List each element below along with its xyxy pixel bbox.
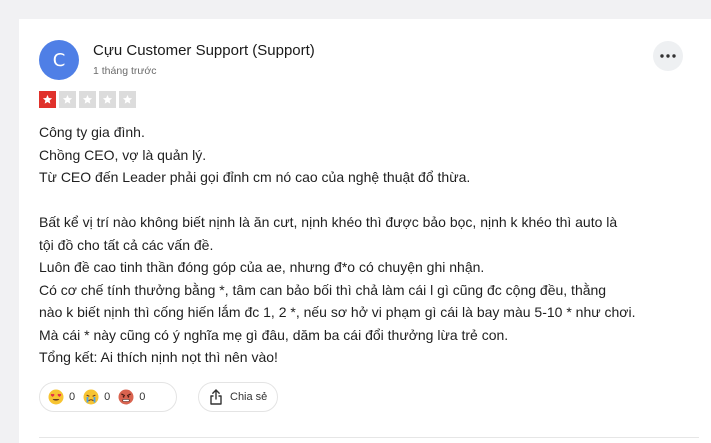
review-text-line: Có cơ chế tính thưởng bằng *, tâm can bả…	[39, 281, 607, 298]
reviewer-name: Cựu Customer Support (Support)	[93, 42, 315, 59]
review-text-line: Bất kể vị trí nào không biết nịnh là ăn …	[39, 214, 618, 230]
star-filled-icon	[39, 91, 56, 108]
review-card: C Cựu Customer Support (Support) 1 tháng…	[19, 19, 711, 443]
review-text-line: Chồng CEO, vợ là quản lý.	[39, 146, 207, 163]
heart-eyes-emoji-icon	[48, 389, 64, 405]
star-empty-icon	[79, 91, 96, 108]
reaction-love-count: 0	[69, 391, 76, 403]
reaction-love[interactable]: 0	[48, 389, 75, 405]
review-text-line: nào k biết nịnh thì cống hiến lắm đc 1, …	[39, 304, 636, 320]
share-icon	[210, 389, 222, 405]
star-empty-icon	[99, 91, 116, 108]
reaction-sad[interactable]: 0	[83, 389, 110, 405]
more-horizontal-icon	[660, 54, 676, 58]
review-text-line: Luôn đề cao tinh thần đóng góp của ae, n…	[39, 259, 485, 275]
star-rating	[39, 91, 136, 108]
crying-face-emoji-icon	[83, 389, 99, 405]
share-button[interactable]: Chia sẻ	[198, 382, 278, 412]
review-text-line: Công ty gia đình.	[39, 124, 145, 140]
divider	[39, 437, 699, 438]
review-timestamp: 1 tháng trước	[93, 65, 157, 77]
share-label: Chia sẻ	[230, 391, 268, 403]
review-text-line: Tổng kết: Ai thích nịnh nọt thì nên vào!	[39, 349, 278, 365]
angry-face-emoji-icon	[118, 389, 134, 405]
reaction-sad-count: 0	[104, 391, 111, 403]
reaction-angry[interactable]: 0	[118, 389, 145, 405]
reactions-bar: 0 0 0	[39, 382, 177, 412]
review-text-line: Mà cái * này cũng có ý nghĩa mẹ gì đâu, …	[39, 326, 509, 343]
more-options-button[interactable]	[653, 41, 683, 71]
review-text-line: tội đồ cho tất cả các vấn đề.	[39, 236, 214, 253]
star-empty-icon	[59, 91, 76, 108]
star-empty-icon	[119, 91, 136, 108]
review-body: Công ty gia đình. Chồng CEO, vợ là quản l…	[39, 121, 699, 369]
avatar: C	[39, 40, 79, 80]
review-text-line: Từ CEO đến Leader phải gọi đỉnh cm nó ca…	[39, 169, 471, 185]
reaction-angry-count: 0	[139, 391, 146, 403]
review-text-line	[39, 189, 699, 212]
avatar-letter: C	[52, 49, 66, 71]
